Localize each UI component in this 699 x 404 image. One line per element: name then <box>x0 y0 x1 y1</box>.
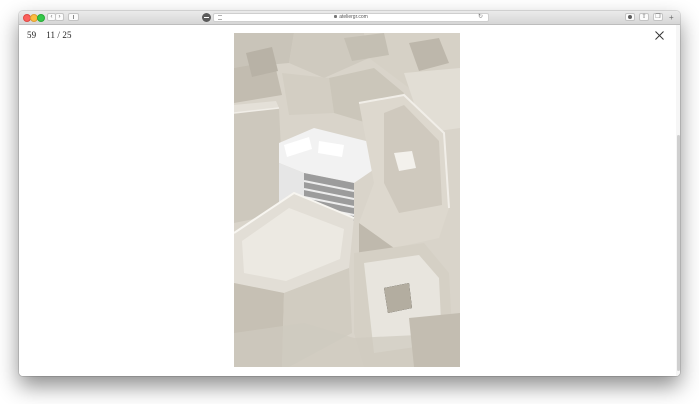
chevron-left-icon: ‹ <box>50 14 53 20</box>
project-number: 59 <box>27 30 37 40</box>
lock-icon <box>334 15 338 19</box>
url-display[interactable]: ateliergr.com <box>214 14 488 21</box>
new-tab-button[interactable]: + <box>669 14 674 22</box>
share-button[interactable]: ⇧ <box>639 13 649 21</box>
scrollbar-thumb[interactable] <box>677 135 680 371</box>
screenshot: ‹ › ateliergr.com ↻ ⇧ ❐ + 59 11 / 25 <box>0 0 699 404</box>
url-text: ateliergr.com <box>339 14 368 20</box>
browser-toolbar: ‹ › ateliergr.com ↻ ⇧ ❐ + <box>19 11 680 25</box>
gallery-image[interactable] <box>234 33 460 367</box>
page-content: 59 11 / 25 <box>19 25 680 376</box>
gallery-counter: 59 11 / 25 <box>27 30 72 40</box>
download-button[interactable] <box>625 13 635 21</box>
model-photo <box>234 33 460 367</box>
reload-icon[interactable]: ↻ <box>478 14 483 21</box>
close-icon[interactable] <box>655 31 664 40</box>
tabs-icon: ❐ <box>655 14 661 20</box>
shield-icon[interactable] <box>202 13 211 22</box>
share-icon: ⇧ <box>641 14 647 20</box>
sidebar-toggle-button[interactable] <box>68 13 79 21</box>
sidebar-icon <box>71 15 74 19</box>
forward-button[interactable]: › <box>55 13 64 21</box>
browser-window: ‹ › ateliergr.com ↻ ⇧ ❐ + 59 11 / 25 <box>19 11 680 376</box>
chevron-right-icon: › <box>58 14 61 20</box>
window-maximize-button[interactable] <box>37 14 45 22</box>
address-bar[interactable]: ateliergr.com ↻ <box>213 13 489 22</box>
image-position: 11 / 25 <box>46 30 72 40</box>
tabs-button[interactable]: ❐ <box>653 13 663 21</box>
